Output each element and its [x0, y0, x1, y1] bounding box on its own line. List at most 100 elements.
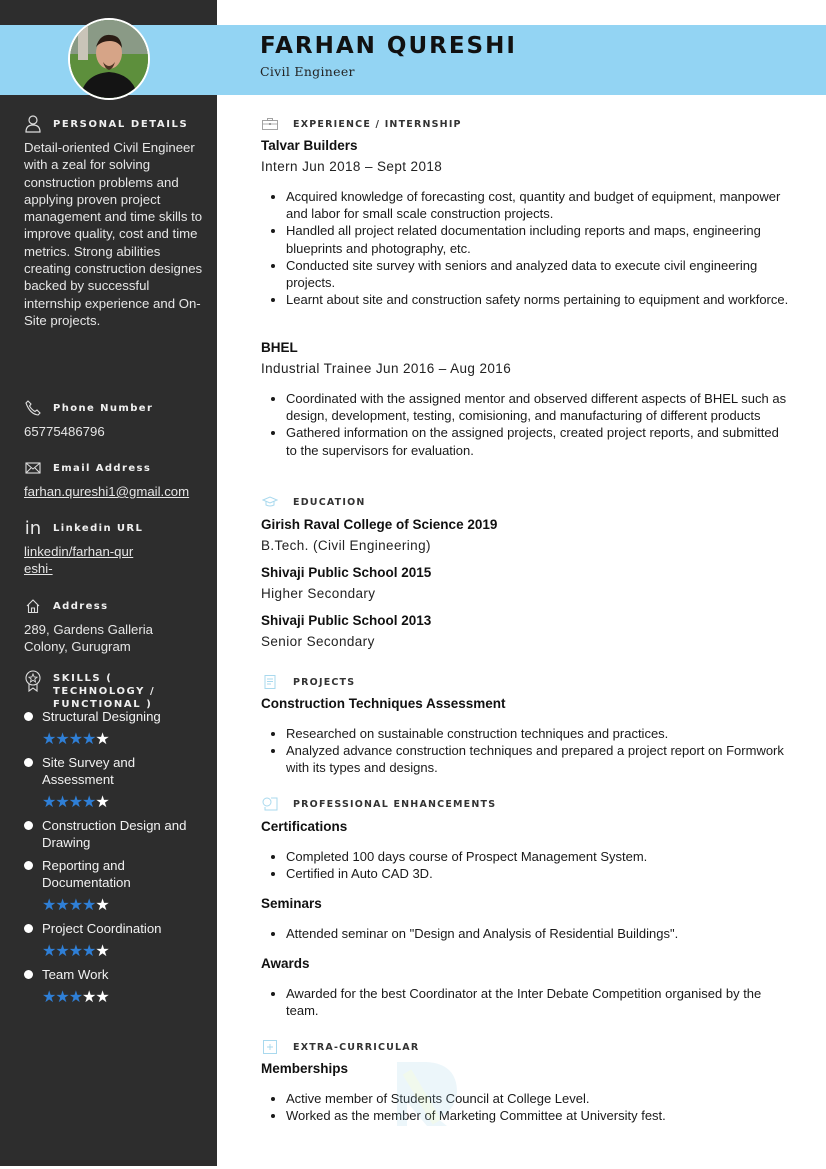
skill-item: Reporting and Documentation ★★★★★: [24, 857, 209, 914]
star-filled-icon: ★: [68, 895, 83, 914]
address-section: Address 289, Gardens Galleria Colony, Gu…: [24, 597, 204, 656]
skill-item: Team Work ★★★★★: [24, 966, 209, 1006]
skill-row: Structural Designing: [24, 708, 209, 725]
profile-photo: [68, 18, 150, 100]
candidate-name: FARHAN QURESHI: [260, 33, 517, 59]
address-value: 289, Gardens Galleria Colony, Gurugram: [24, 622, 154, 655]
star-empty-icon: ★: [95, 987, 109, 1006]
document-icon: [261, 675, 279, 689]
enhancement-title: Certifications: [261, 819, 348, 834]
skill-item: Project Coordination ★★★★★: [24, 920, 209, 960]
linkedin-icon: in: [24, 517, 42, 539]
enhancements-heading-row: PROFESSIONAL ENHANCEMENTS: [261, 797, 496, 811]
projects-heading-row: PROJECTS: [261, 675, 355, 689]
skill-row: Reporting and Documentation: [24, 857, 209, 891]
personal-details-section: PERSONAL DETAILS Detail-oriented Civil E…: [24, 115, 204, 329]
bullet-dot-icon: [24, 758, 33, 767]
job-company: Talvar Builders: [261, 138, 358, 153]
bullet-item: Coordinated with the assigned mentor and…: [286, 390, 791, 424]
skill-item: Site Survey and Assessment ★★★★★: [24, 754, 209, 811]
phone-section: Phone Number 65775486796: [24, 399, 204, 440]
envelope-icon: [24, 459, 42, 477]
profile-summary: Detail-oriented Civil Engineer with a ze…: [24, 140, 203, 328]
star-empty-icon: ★: [95, 729, 109, 748]
education-list: Girish Raval College of Science 2019 B.T…: [261, 516, 791, 651]
bullet-item: Completed 100 days course of Prospect Ma…: [286, 848, 791, 865]
bullet-item: Attended seminar on "Design and Analysis…: [286, 925, 791, 942]
star-filled-icon: ★: [55, 895, 69, 914]
skills-list: Structural Designing ★★★★★ Site Survey and…: [24, 708, 209, 1012]
plus-box-icon: [261, 1040, 279, 1054]
phone-value: 65775486796: [24, 424, 105, 439]
extra-heading: EXTRA-CURRICULAR: [293, 1041, 420, 1053]
star-empty-icon: ★: [95, 941, 109, 960]
education-heading: EDUCATION: [293, 496, 366, 508]
skill-rating: ★★★★★: [42, 793, 209, 811]
bullet-item: Learnt about site and construction safet…: [286, 291, 791, 308]
skill-item: Construction Design and Drawing: [24, 817, 209, 851]
email-section: Email Address farhan.qureshi1@gmail.com: [24, 459, 204, 500]
briefcase-icon: [261, 117, 279, 131]
linkedin-link[interactable]: linkedin/farhan-qureshi-: [24, 543, 134, 578]
star-filled-icon: ★: [68, 987, 83, 1006]
degree: Senior Secondary: [261, 634, 375, 649]
star-filled-icon: ★: [42, 987, 56, 1006]
person-icon: [24, 115, 42, 133]
job-bullets: Acquired knowledge of forecasting cost, …: [261, 188, 791, 308]
star-filled-icon: ★: [55, 792, 69, 811]
phone-icon: [24, 399, 42, 417]
skill-rating: ★★★★★: [42, 730, 209, 748]
star-filled-icon: ★: [42, 792, 56, 811]
avatar-image: [70, 20, 148, 98]
skill-rating: ★★★★★: [42, 896, 209, 914]
bullet-dot-icon: [24, 924, 33, 933]
enhancement-title: Seminars: [261, 896, 322, 911]
skill-row: Project Coordination: [24, 920, 209, 937]
school-name: Girish Raval College of Science 2019: [261, 517, 498, 532]
skill-name: Structural Designing: [42, 709, 161, 724]
star-filled-icon: ★: [82, 792, 96, 811]
job-bullets: Coordinated with the assigned mentor and…: [261, 390, 791, 459]
degree: B.Tech. (Civil Engineering): [261, 538, 431, 553]
enhancement-group: Awards Awarded for the best Coordinator …: [261, 955, 791, 1019]
projects-heading: PROJECTS: [293, 676, 356, 688]
star-filled-icon: ★: [42, 941, 56, 960]
star-filled-icon: ★: [82, 895, 96, 914]
job-role-dates: Intern Jun 2018 – Sept 2018: [261, 159, 443, 174]
skill-rating: ★★★★★: [42, 942, 209, 960]
email-link[interactable]: farhan.qureshi1@gmail.com: [24, 483, 204, 500]
bullet-item: Worked as the member of Marketing Commit…: [286, 1107, 791, 1124]
star-filled-icon: ★: [42, 895, 56, 914]
enhancement-bullets: Attended seminar on "Design and Analysis…: [261, 925, 791, 942]
bullet-item: Acquired knowledge of forecasting cost, …: [286, 188, 791, 222]
extra-title: Memberships: [261, 1061, 349, 1076]
address-label: Address: [53, 600, 109, 612]
star-filled-icon: ★: [55, 941, 69, 960]
bullet-dot-icon: [24, 970, 33, 979]
enhancement-bullets: Awarded for the best Coordinator at the …: [261, 985, 791, 1019]
graduation-cap-icon: [261, 495, 279, 509]
bullet-dot-icon: [24, 821, 33, 830]
skill-row: Construction Design and Drawing: [24, 817, 209, 851]
enhancement-group: Certifications Completed 100 days course…: [261, 818, 791, 882]
skill-name: Reporting and Documentation: [42, 858, 131, 890]
extra-entry: Memberships Active member of Students Co…: [261, 1060, 791, 1124]
skill-name: Project Coordination: [42, 921, 162, 936]
project-title: Construction Techniques Assessment: [261, 696, 506, 711]
project-bullets: Researched on sustainable construction t…: [261, 725, 791, 777]
phone-label: Phone Number: [53, 402, 154, 414]
bullet-item: Researched on sustainable construction t…: [286, 725, 791, 742]
bullet-dot-icon: [24, 861, 33, 870]
bullet-item: Handled all project related documentatio…: [286, 222, 791, 256]
star-filled-icon: ★: [82, 729, 96, 748]
job-entry: Talvar Builders Intern Jun 2018 – Sept 2…: [261, 137, 791, 308]
education-heading-row: EDUCATION: [261, 495, 366, 509]
project-entry: Construction Techniques Assessment Resea…: [261, 695, 791, 777]
bullet-item: Certified in Auto CAD 3D.: [286, 865, 791, 882]
personal-details-heading: PERSONAL DETAILS: [53, 118, 189, 130]
experience-heading: EXPERIENCE / INTERNSHIP: [293, 118, 462, 130]
home-icon: [24, 597, 42, 615]
skills-heading: SKILLS ( TECHNOLOGY / FUNCTIONAL ): [53, 673, 156, 710]
enhancement-title: Awards: [261, 956, 310, 971]
skill-row: Site Survey and Assessment: [24, 754, 209, 788]
